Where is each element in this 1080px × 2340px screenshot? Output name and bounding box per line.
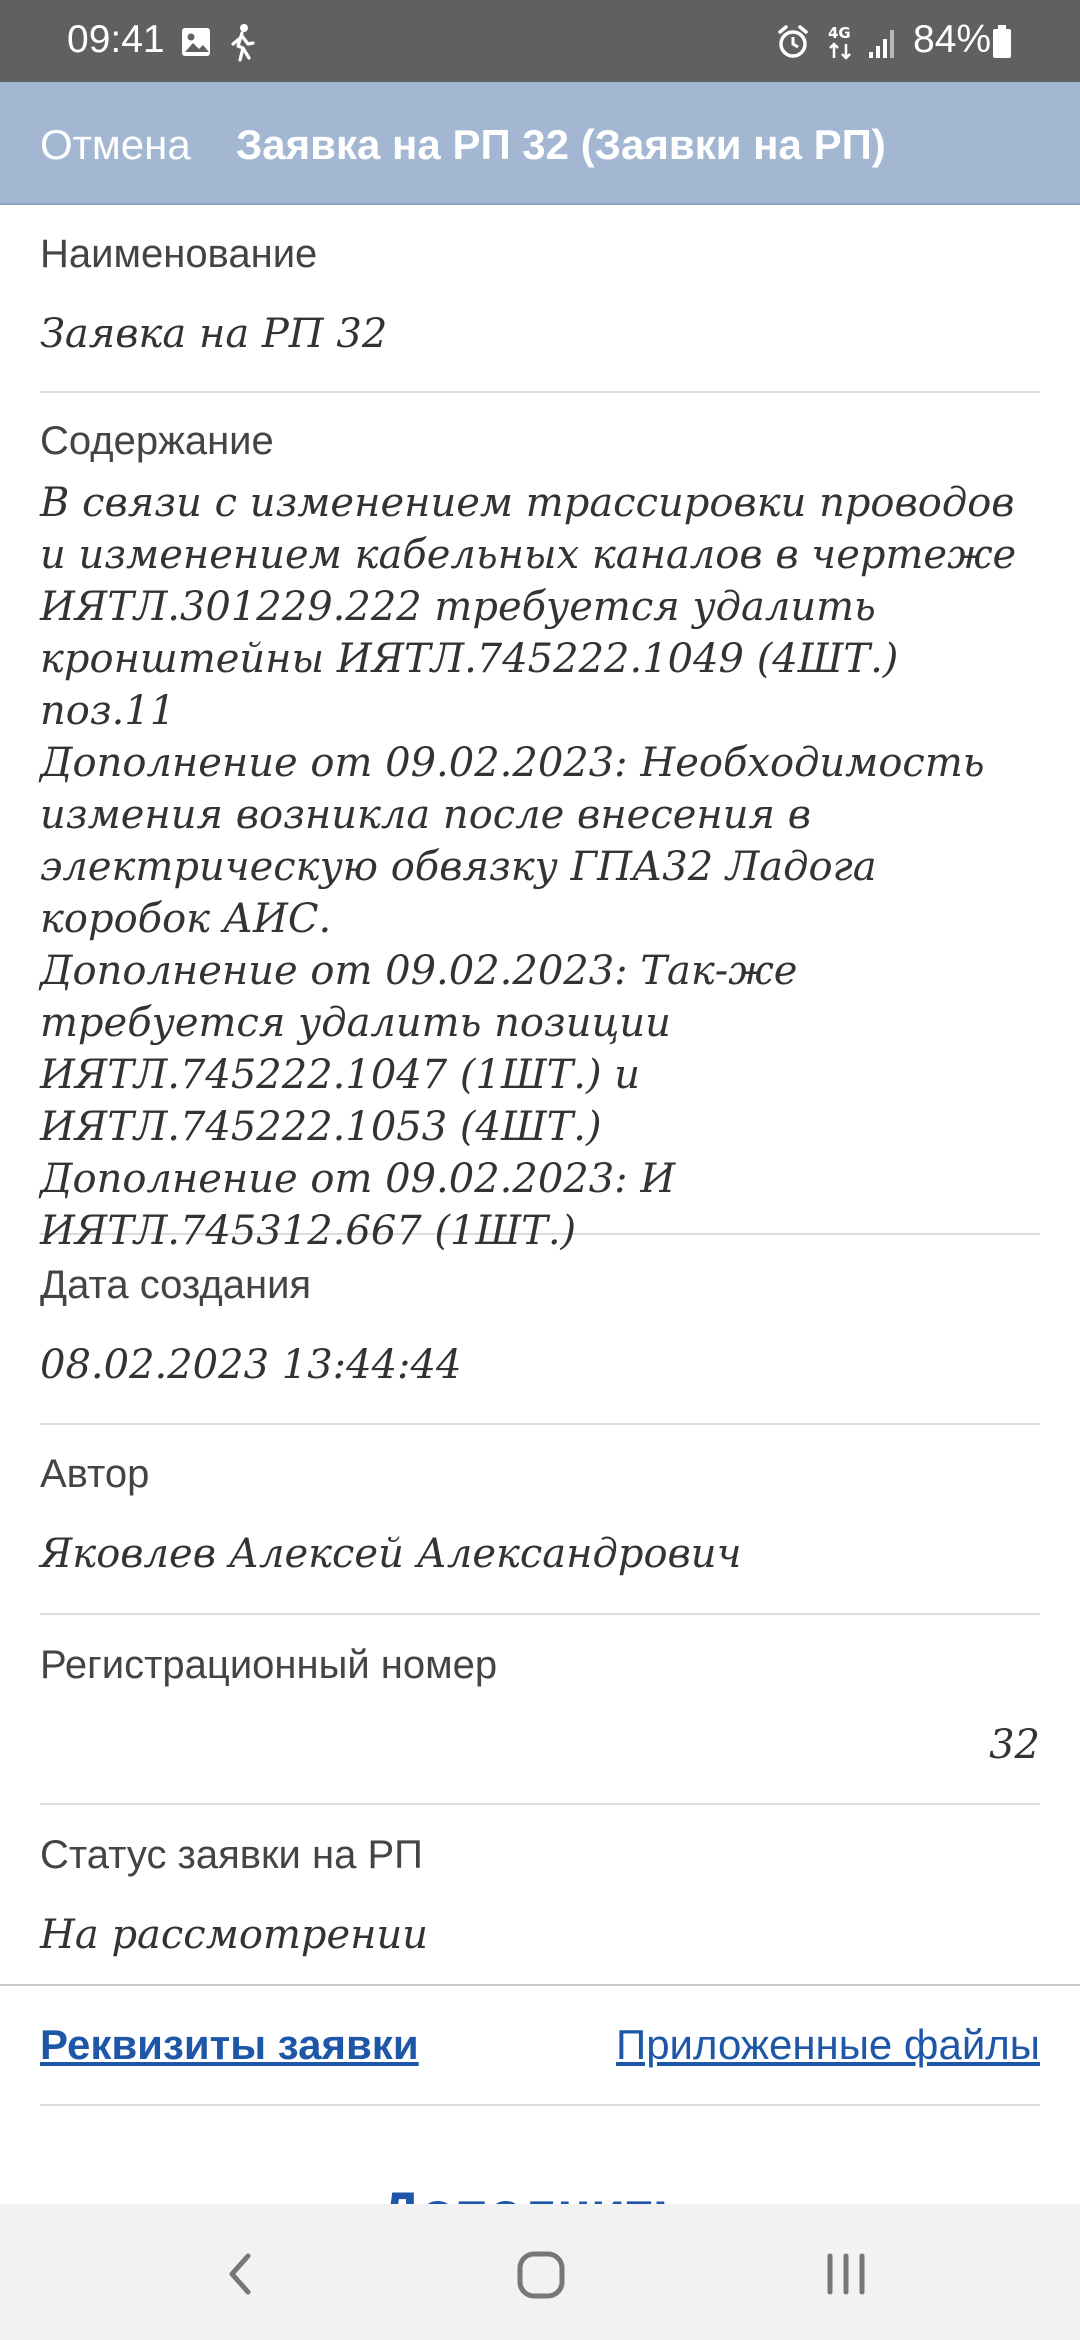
field-value: 08.02.2023 13:44:44 xyxy=(40,1342,462,1388)
field-author: Автор Яковлев Алексей Александрович xyxy=(40,1425,1040,1615)
status-bar: 09:41 4G 84% xyxy=(0,0,1080,82)
supplement-button[interactable]: Дополнить xyxy=(380,2186,687,2204)
field-value: Заявка на РП 32 xyxy=(40,311,388,357)
field-created: Дата создания 08.02.2023 13:44:44 xyxy=(40,1235,1040,1425)
field-name: Наименование Заявка на РП 32 xyxy=(40,205,1040,393)
svg-text:4G: 4G xyxy=(828,24,851,42)
image-icon xyxy=(182,28,210,56)
field-value: 32 xyxy=(989,1722,1040,1768)
field-value: На рассмотрении xyxy=(40,1912,429,1958)
battery-icon xyxy=(993,25,1011,58)
field-label: Наименование xyxy=(40,232,318,276)
field-label: Статус заявки на РП xyxy=(40,1833,423,1877)
home-icon[interactable] xyxy=(512,2244,572,2304)
system-nav-bar xyxy=(0,2204,1080,2340)
signal-icon xyxy=(869,30,894,58)
field-label: Содержание xyxy=(40,419,274,463)
page-title: Заявка на РП 32 (Заявки на РП) xyxy=(236,121,886,168)
back-icon[interactable] xyxy=(210,2244,270,2304)
field-value: В связи с изменением трассировки проводо… xyxy=(40,480,1017,1254)
field-value: Яковлев Алексей Александрович xyxy=(40,1531,742,1577)
walk-icon xyxy=(231,24,255,62)
battery-percent: 84% xyxy=(913,18,992,61)
tab-requisites[interactable]: Реквизиты заявки xyxy=(40,2020,419,2070)
tab-bar: Реквизиты заявки Приложенные файлы xyxy=(0,1984,1080,2106)
field-reg-number: Регистрационный номер 32 xyxy=(40,1615,1040,1805)
status-time: 09:41 xyxy=(67,18,165,61)
tab-bar-inner: Реквизиты заявки Приложенные файлы xyxy=(40,1986,1040,2106)
field-content: Содержание В связи с изменением трассиро… xyxy=(40,393,1040,1254)
recents-icon[interactable] xyxy=(816,2244,876,2304)
alarm-icon xyxy=(778,25,808,58)
app-header: Отмена Заявка на РП 32 (Заявки на РП) xyxy=(0,82,1080,205)
field-label: Автор xyxy=(40,1452,150,1496)
request-details: Наименование Заявка на РП 32 Содержание … xyxy=(0,205,1080,1991)
field-status: Статус заявки на РП На рассмотрении xyxy=(40,1805,1040,1991)
4g-data-icon: 4G xyxy=(828,24,851,60)
field-label: Дата создания xyxy=(40,1263,312,1307)
cancel-button[interactable]: Отмена xyxy=(40,120,191,170)
supplement-button-label: Дополнить xyxy=(380,2186,687,2204)
tab-attachments[interactable]: Приложенные файлы xyxy=(616,2020,1040,2070)
field-label: Регистрационный номер xyxy=(40,1643,498,1687)
